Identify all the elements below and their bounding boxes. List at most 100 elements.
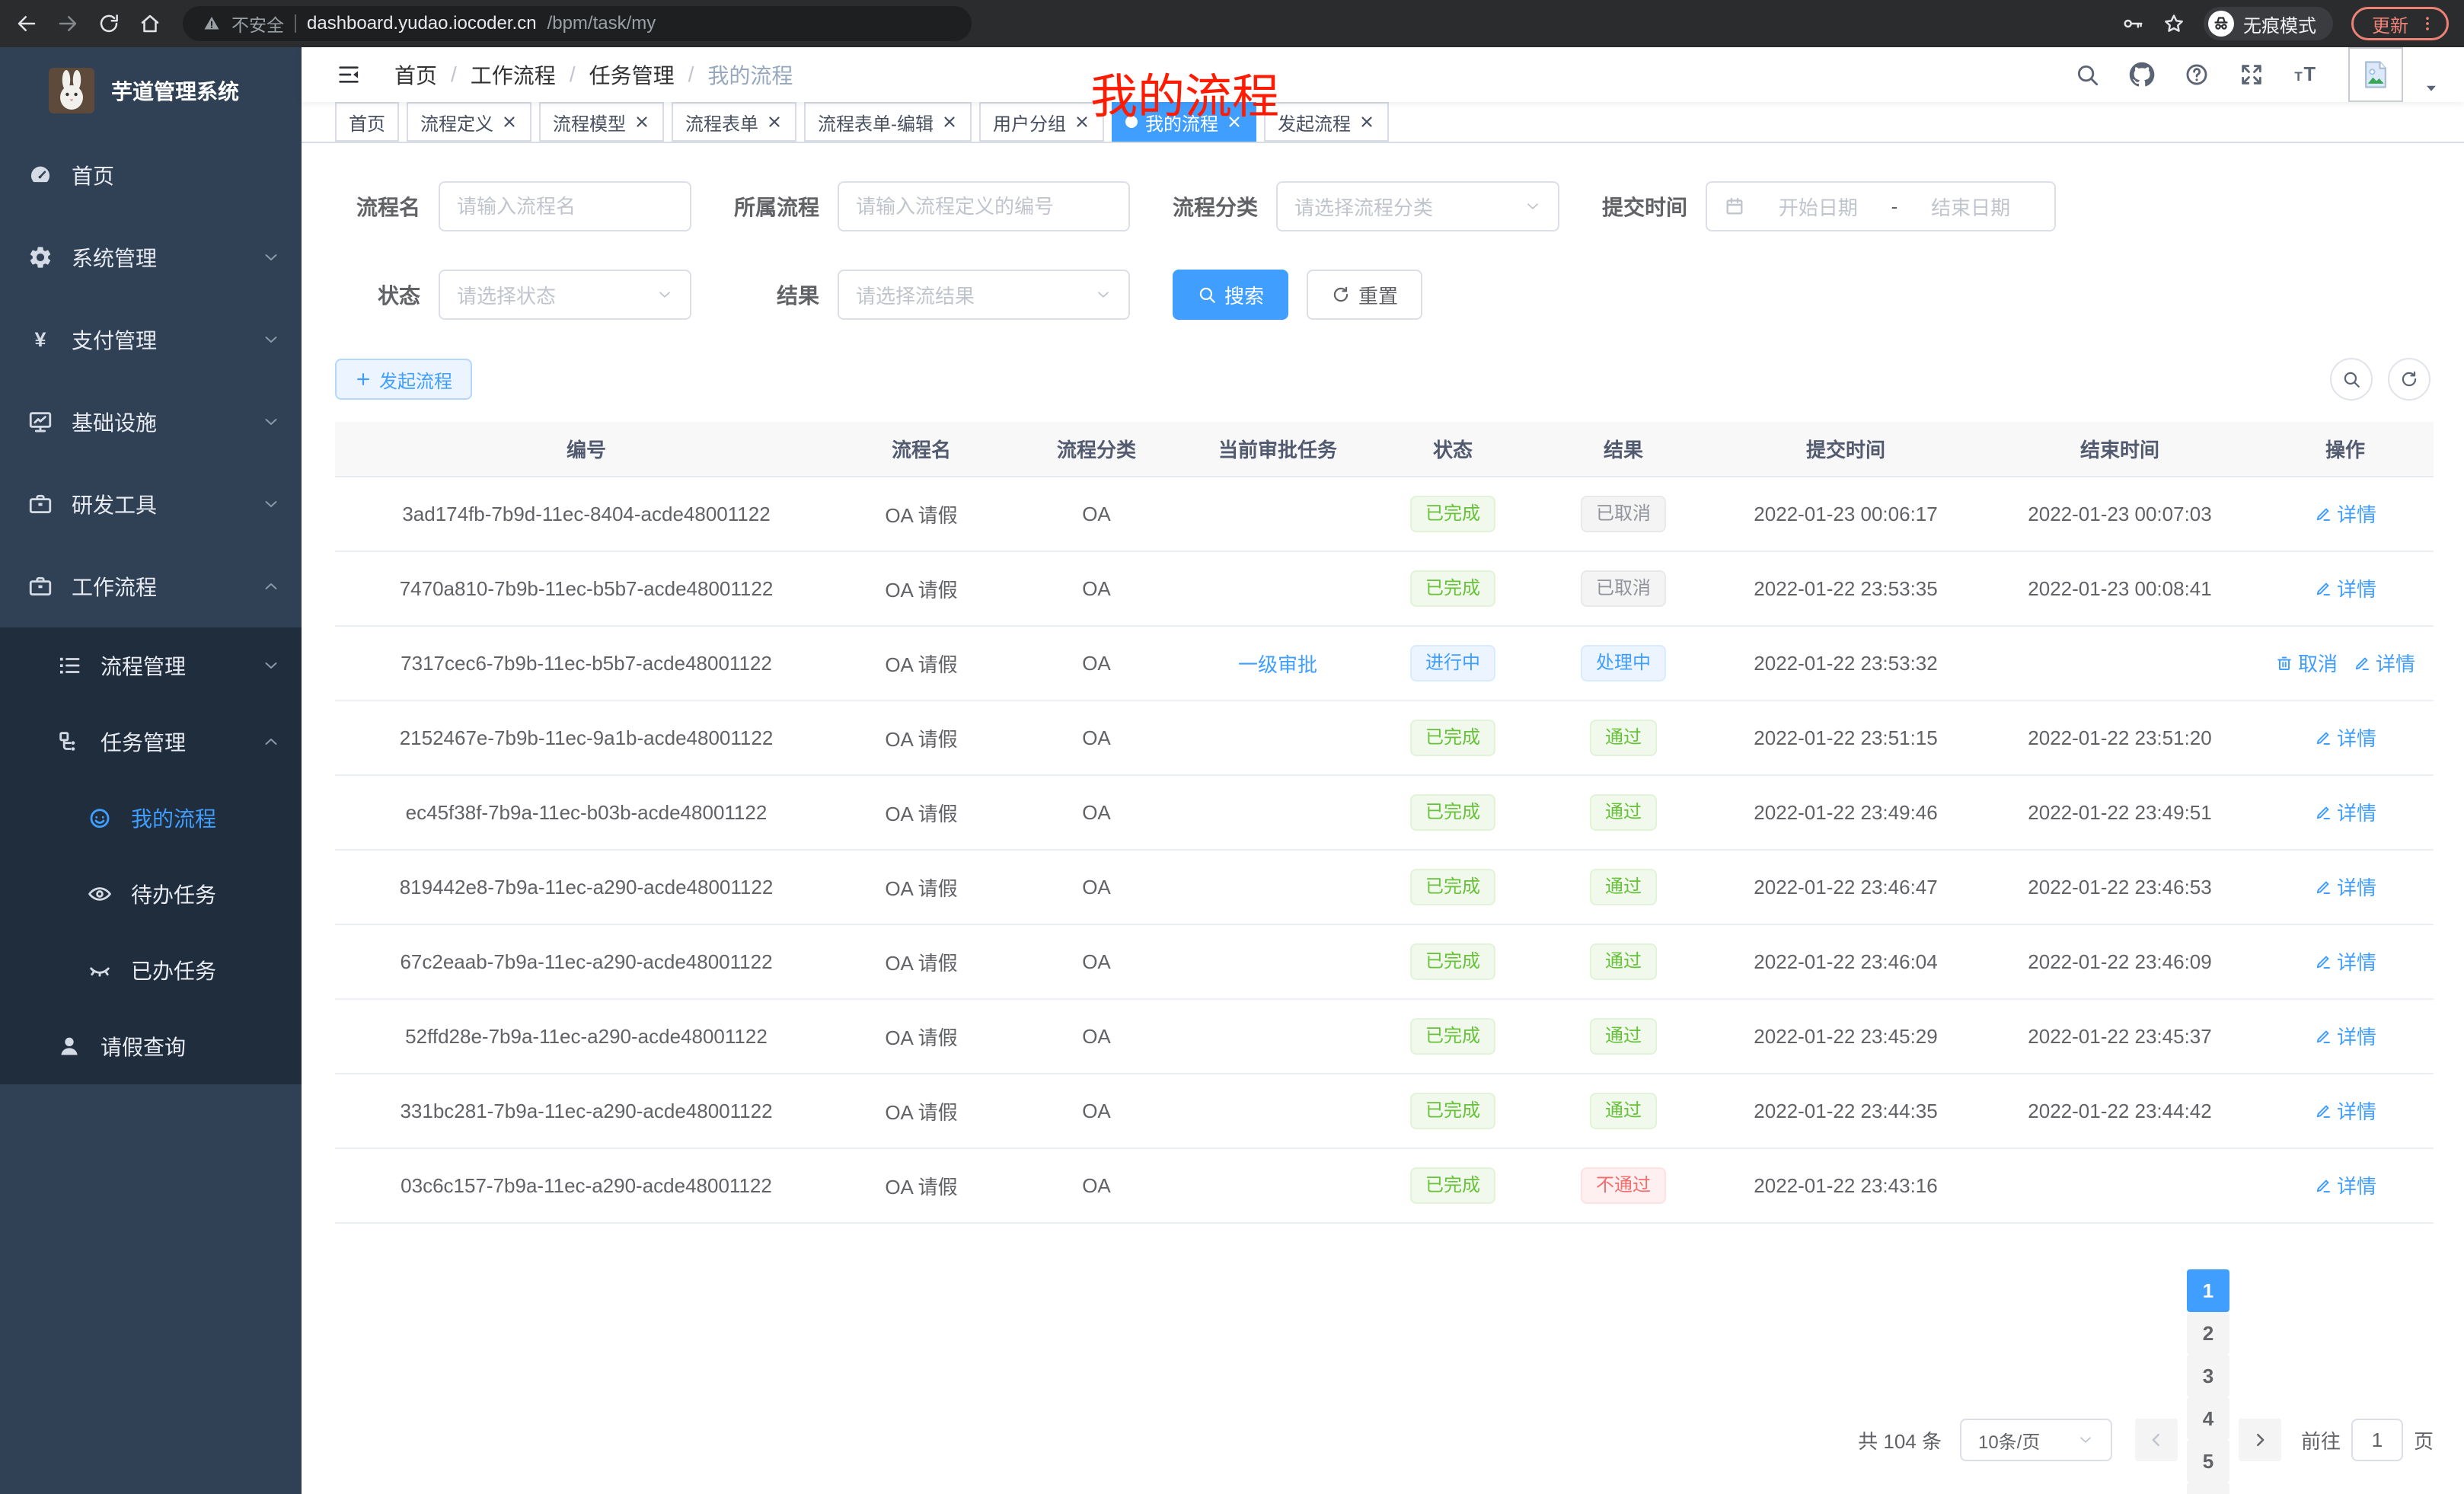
sidebar-item-system[interactable]: 系统管理 (0, 216, 302, 298)
tab-首页[interactable]: 首页 (335, 102, 399, 142)
submit-time-range-picker[interactable]: 开始日期 - 结束日期 (1706, 181, 2056, 231)
table-refresh-button[interactable] (2388, 358, 2430, 401)
font-size-icon[interactable]: TT (2293, 62, 2319, 88)
sidebar-item-devtools[interactable]: 研发工具 (0, 463, 302, 545)
sidebar-fold-icon[interactable] (337, 62, 361, 87)
sidebar-item-payment[interactable]: ¥支付管理 (0, 298, 302, 381)
cancel-link[interactable]: 取消 (2275, 649, 2338, 677)
cell-result: 已取消 (1538, 551, 1709, 626)
sidebar-item-process-manage[interactable]: 流程管理 (0, 627, 302, 704)
detail-link[interactable]: 详情 (2314, 1097, 2376, 1125)
detail-link[interactable]: 详情 (2353, 649, 2415, 677)
url-divider (295, 14, 296, 33)
cell-process-id: 7470a810-7b9b-11ec-b5b7-acde48001122 (335, 551, 838, 626)
home-icon[interactable] (139, 12, 161, 35)
search-icon[interactable] (2074, 62, 2100, 88)
detail-link[interactable]: 详情 (2314, 574, 2376, 602)
list-icon (56, 653, 82, 678)
prev-page-button[interactable] (2135, 1419, 2178, 1461)
cell-actions: 详情 (2257, 999, 2434, 1074)
breadcrumb-item: 我的流程 (707, 59, 793, 90)
sidebar-item-done-task[interactable]: 已办任务 (0, 932, 302, 1008)
status-badge: 已完成 (1410, 496, 1495, 532)
result-badge: 已取消 (1581, 570, 1666, 607)
cell-current-task (1188, 999, 1368, 1074)
cell-category: OA (1005, 701, 1188, 775)
breadcrumb-item[interactable]: 工作流程 (471, 59, 556, 90)
jump-page-input[interactable] (2351, 1419, 2403, 1461)
sidebar-item-todo-task[interactable]: 待办任务 (0, 856, 302, 932)
sidebar-item-workflow[interactable]: 工作流程 (0, 545, 302, 627)
detail-link[interactable]: 详情 (2314, 1171, 2376, 1199)
table-search-button[interactable] (2330, 358, 2373, 401)
back-icon[interactable] (15, 12, 38, 35)
tab-流程表单[interactable]: 流程表单 (672, 102, 796, 142)
page-button-3[interactable]: 3 (2187, 1355, 2229, 1397)
breadcrumb-item[interactable]: 首页 (394, 59, 437, 90)
result-badge: 通过 (1590, 1018, 1657, 1055)
page-button-5[interactable]: 5 (2187, 1440, 2229, 1483)
page-button-6[interactable]: 6 (2187, 1483, 2229, 1494)
tab-label: 流程模型 (553, 109, 626, 136)
sidebar-item-home[interactable]: 首页 (0, 134, 302, 216)
next-page-button[interactable] (2239, 1419, 2281, 1461)
svg-text:T: T (2303, 64, 2316, 85)
forward-icon[interactable] (56, 12, 79, 35)
tab-发起流程[interactable]: 发起流程 (1264, 102, 1389, 142)
chevron-up-icon (262, 577, 280, 595)
magnifier-icon (2341, 369, 2361, 389)
detail-link[interactable]: 详情 (2314, 873, 2376, 901)
breadcrumb-item[interactable]: 任务管理 (589, 59, 675, 90)
chevron-down-icon (262, 656, 280, 675)
avatar-caret-down-icon[interactable] (2423, 80, 2440, 97)
cell-status: 已完成 (1368, 850, 1538, 924)
app-logo-row[interactable]: 芋道管理系统 (0, 47, 302, 134)
process-def-input[interactable] (838, 181, 1130, 231)
reset-button-label: 重置 (1358, 281, 1398, 309)
page-button-1[interactable]: 1 (2187, 1269, 2229, 1312)
start-process-button[interactable]: 发起流程 (335, 359, 472, 400)
current-task-link[interactable]: 一级审批 (1238, 650, 1317, 678)
browser-update-button[interactable]: 更新 (2351, 7, 2449, 40)
status-select[interactable]: 请选择状态 (439, 270, 691, 320)
chevron-right-icon (2252, 1432, 2268, 1448)
detail-link[interactable]: 详情 (2314, 500, 2376, 528)
cell-result: 通过 (1538, 999, 1709, 1074)
category-select[interactable]: 请选择流程分类 (1276, 181, 1559, 231)
sidebar-item-task-manage[interactable]: 任务管理 (0, 704, 302, 780)
detail-link[interactable]: 详情 (2314, 1022, 2376, 1050)
bookmark-star-icon[interactable] (2162, 12, 2185, 35)
browser-menu-icon[interactable] (2419, 15, 2436, 32)
filter-row-2: 状态 请选择状态 结果 请选择流结果 (335, 270, 2434, 320)
sidebar-item-label: 首页 (72, 160, 280, 190)
detail-link[interactable]: 详情 (2314, 798, 2376, 826)
help-icon[interactable] (2184, 62, 2210, 88)
cell-process-id: 2152467e-7b9b-11ec-9a1b-acde48001122 (335, 701, 838, 775)
avatar[interactable] (2348, 47, 2403, 102)
page-size-select[interactable]: 10条/页 (1960, 1419, 2112, 1461)
password-key-icon[interactable] (2121, 12, 2144, 35)
sidebar-item-my-process[interactable]: 我的流程 (0, 780, 302, 856)
tab-流程定义[interactable]: 流程定义 (407, 102, 531, 142)
detail-link[interactable]: 详情 (2314, 723, 2376, 752)
cell-result: 通过 (1538, 850, 1709, 924)
tab-流程表单-编辑[interactable]: 流程表单-编辑 (804, 102, 972, 142)
briefcase-icon (27, 491, 53, 517)
tab-用户分组[interactable]: 用户分组 (979, 102, 1104, 142)
fullscreen-icon[interactable] (2239, 62, 2265, 88)
page-button-4[interactable]: 4 (2187, 1397, 2229, 1440)
table-row: 7317cec6-7b9b-11ec-b5b7-acde48001122OA 请… (335, 626, 2434, 701)
page-button-2[interactable]: 2 (2187, 1312, 2229, 1355)
reset-button[interactable]: 重置 (1307, 270, 1422, 320)
filter-label-process-name: 流程名 (335, 191, 420, 222)
tab-流程模型[interactable]: 流程模型 (539, 102, 664, 142)
search-button[interactable]: 搜索 (1173, 270, 1288, 320)
sidebar-item-infra[interactable]: 基础设施 (0, 381, 302, 463)
detail-link[interactable]: 详情 (2314, 947, 2376, 975)
reload-icon[interactable] (97, 12, 120, 35)
process-name-input[interactable] (439, 181, 691, 231)
result-select[interactable]: 请选择流结果 (838, 270, 1130, 320)
address-bar[interactable]: 不安全 dashboard.yudao.iocoder.cn/bpm/task/… (183, 6, 972, 41)
github-icon[interactable] (2129, 62, 2155, 88)
sidebar-item-leave-query[interactable]: 请假查询 (0, 1008, 302, 1084)
